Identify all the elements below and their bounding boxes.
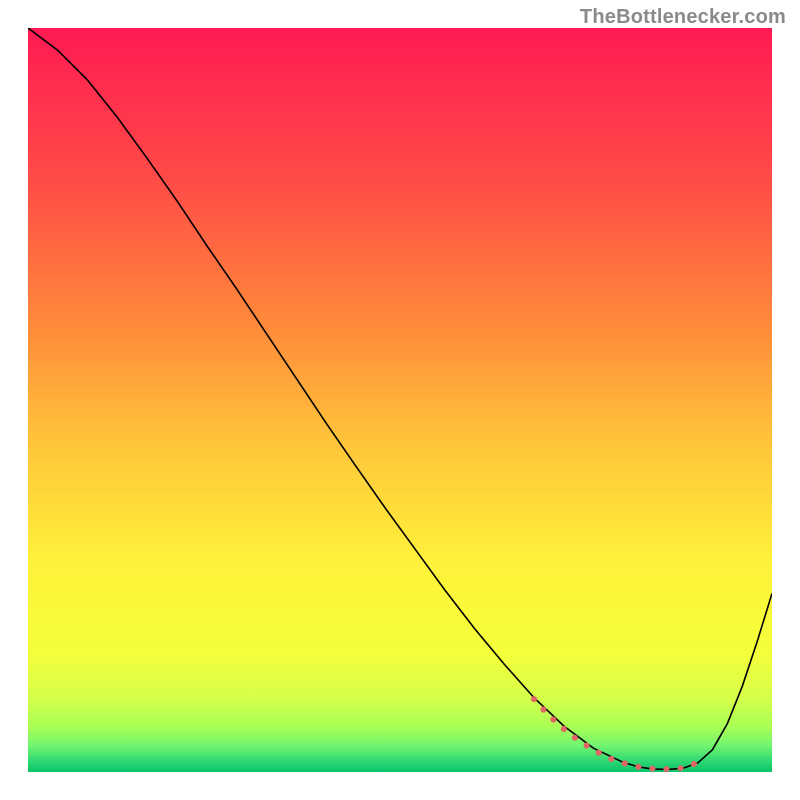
attribution-label: TheBottlenecker.com: [580, 6, 786, 29]
bottleneck-curve-chart: [28, 28, 772, 772]
chart-background: [28, 28, 772, 772]
chart-container: [28, 28, 772, 772]
